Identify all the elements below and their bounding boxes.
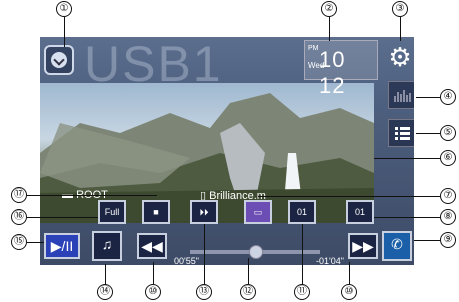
callout-13: ⑬ bbox=[196, 284, 212, 300]
remaining-time: -01'04" bbox=[316, 256, 344, 265]
clock-time: 10 12 bbox=[319, 47, 346, 98]
callout-15: ⑮ bbox=[11, 234, 27, 250]
callout-12: ⑫ bbox=[240, 284, 256, 300]
callout-7-line bbox=[258, 196, 440, 197]
callout-2-line bbox=[329, 17, 330, 41]
fast-forward-button[interactable]: ▶▶ bbox=[348, 233, 378, 259]
callout-3: ③ bbox=[392, 1, 408, 17]
stop-button[interactable]: ■ bbox=[142, 200, 170, 224]
frame-advance-icon: ⏵⏵ bbox=[199, 207, 209, 217]
phone-icon: ✆ bbox=[391, 236, 403, 252]
av-source-screen: USB1 ▬ ROOT ▯ Brilliance.m PM Wed 10 12 … bbox=[40, 37, 414, 265]
callout-1-line bbox=[64, 17, 65, 47]
stop-icon: ■ bbox=[153, 207, 159, 217]
elapsed-time: 00'55" bbox=[174, 256, 199, 265]
repeat-icon: ▭ bbox=[253, 207, 263, 217]
callout-10b: ⑩ bbox=[341, 284, 357, 300]
callout-9: ⑨ bbox=[440, 232, 456, 248]
repeat-button[interactable]: ▭ bbox=[244, 200, 272, 224]
callout-14: ⑭ bbox=[97, 284, 113, 300]
callout-16-line bbox=[27, 217, 98, 218]
callout-5-line bbox=[416, 133, 440, 134]
callout-6: ⑥ bbox=[440, 150, 456, 166]
audio-track-number: 01 bbox=[296, 207, 307, 217]
callout-10a: ⑩ bbox=[145, 284, 161, 300]
list-button[interactable] bbox=[388, 119, 414, 147]
callout-10a-line bbox=[153, 262, 154, 284]
callout-11-line bbox=[302, 224, 303, 284]
callout-8: ⑧ bbox=[440, 209, 456, 225]
callout-13-line bbox=[204, 224, 205, 284]
callout-6-line bbox=[374, 158, 440, 159]
eq-button[interactable] bbox=[388, 81, 414, 109]
callout-10b-line bbox=[349, 262, 350, 284]
callout-3-line bbox=[400, 17, 401, 41]
play-pause-button[interactable]: ▶/II bbox=[44, 233, 80, 259]
equalizer-icon bbox=[394, 90, 411, 102]
callout-4-line bbox=[416, 97, 440, 98]
callout-7: ⑦ bbox=[440, 188, 456, 204]
phone-button[interactable]: ✆ bbox=[382, 231, 412, 261]
callout-1: ① bbox=[56, 1, 72, 17]
callout-15-line bbox=[27, 242, 44, 243]
clock-ampm: PM bbox=[308, 45, 319, 52]
chevron-down-icon bbox=[51, 52, 67, 68]
callout-11: ⑪ bbox=[294, 284, 310, 300]
callout-17-line bbox=[27, 195, 157, 196]
play-pause-icon: ▶/II bbox=[50, 238, 74, 254]
seek-knob[interactable] bbox=[249, 245, 263, 259]
fast-forward-icon: ▶▶ bbox=[352, 238, 374, 254]
callout-9-line bbox=[414, 240, 440, 241]
subtitle-button[interactable]: 01 bbox=[346, 200, 374, 224]
callout-5: ⑤ bbox=[440, 125, 456, 141]
callout-2: ② bbox=[321, 1, 337, 17]
screen-mode-label: Full bbox=[104, 207, 120, 217]
music-video-icon: ♫ bbox=[101, 236, 113, 252]
collapse-button[interactable] bbox=[44, 45, 74, 75]
callout-17: ⑰ bbox=[11, 187, 27, 203]
gear-icon: ⚙ bbox=[388, 42, 412, 72]
callout-14-line bbox=[105, 264, 106, 284]
clock-display: PM Wed 10 12 bbox=[304, 40, 378, 98]
settings-button[interactable]: ⚙ bbox=[385, 42, 414, 72]
callout-4: ④ bbox=[440, 89, 456, 105]
rewind-icon: ◀◀ bbox=[141, 238, 163, 254]
subtitle-number: 01 bbox=[354, 207, 365, 217]
frame-advance-button[interactable]: ⏵⏵ bbox=[190, 200, 218, 224]
callout-8-line bbox=[374, 217, 440, 218]
list-icon bbox=[395, 127, 410, 140]
callout-12-line bbox=[248, 258, 249, 284]
audio-track-button[interactable]: 01 bbox=[288, 200, 316, 224]
rewind-button[interactable]: ◀◀ bbox=[137, 233, 167, 259]
media-switch-button[interactable]: ♫ bbox=[92, 231, 122, 261]
screen-mode-button[interactable]: Full bbox=[98, 200, 126, 224]
callout-16: ⑯ bbox=[11, 209, 27, 225]
